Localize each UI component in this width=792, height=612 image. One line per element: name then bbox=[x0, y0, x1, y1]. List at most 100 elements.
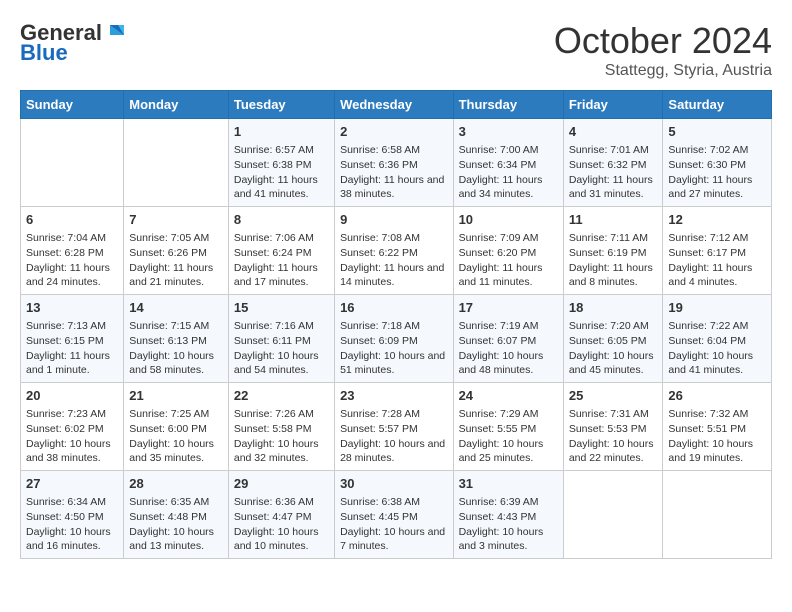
calendar-cell: 7 Sunrise: 7:05 AM Sunset: 6:26 PM Daylig… bbox=[124, 207, 229, 295]
day-info: Sunrise: 7:19 AM Sunset: 6:07 PM Dayligh… bbox=[459, 319, 558, 378]
calendar-cell: 13 Sunrise: 7:13 AM Sunset: 6:15 PM Dayli… bbox=[21, 295, 124, 383]
calendar-header: SundayMondayTuesdayWednesdayThursdayFrid… bbox=[21, 91, 772, 119]
day-info: Sunrise: 7:01 AM Sunset: 6:32 PM Dayligh… bbox=[569, 143, 658, 202]
day-number: 6 bbox=[26, 211, 118, 229]
calendar-cell bbox=[663, 471, 772, 559]
day-number: 17 bbox=[459, 299, 558, 317]
calendar-cell: 18 Sunrise: 7:20 AM Sunset: 6:05 PM Dayli… bbox=[563, 295, 663, 383]
day-number: 9 bbox=[340, 211, 447, 229]
day-info: Sunrise: 7:32 AM Sunset: 5:51 PM Dayligh… bbox=[668, 407, 766, 466]
calendar-cell bbox=[21, 119, 124, 207]
week-row-1: 1 Sunrise: 6:57 AM Sunset: 6:38 PM Daylig… bbox=[21, 119, 772, 207]
day-info: Sunrise: 7:18 AM Sunset: 6:09 PM Dayligh… bbox=[340, 319, 447, 378]
calendar-cell bbox=[563, 471, 663, 559]
calendar-cell: 8 Sunrise: 7:06 AM Sunset: 6:24 PM Daylig… bbox=[228, 207, 334, 295]
day-number: 10 bbox=[459, 211, 558, 229]
week-row-3: 13 Sunrise: 7:13 AM Sunset: 6:15 PM Dayli… bbox=[21, 295, 772, 383]
calendar-cell: 2Sunrise: 6:58 AM Sunset: 6:36 PM Daylig… bbox=[335, 119, 453, 207]
day-number: 25 bbox=[569, 387, 658, 405]
day-info: Sunrise: 7:16 AM Sunset: 6:11 PM Dayligh… bbox=[234, 319, 329, 378]
day-info: Sunrise: 7:20 AM Sunset: 6:05 PM Dayligh… bbox=[569, 319, 658, 378]
day-info: Sunrise: 7:12 AM Sunset: 6:17 PM Dayligh… bbox=[668, 231, 766, 290]
day-number: 29 bbox=[234, 475, 329, 493]
day-number: 16 bbox=[340, 299, 447, 317]
day-info: Sunrise: 7:31 AM Sunset: 5:53 PM Dayligh… bbox=[569, 407, 658, 466]
day-info: Sunrise: 7:29 AM Sunset: 5:55 PM Dayligh… bbox=[459, 407, 558, 466]
day-number: 3 bbox=[459, 123, 558, 141]
day-info: Sunrise: 7:11 AM Sunset: 6:19 PM Dayligh… bbox=[569, 231, 658, 290]
day-info: Sunrise: 7:05 AM Sunset: 6:26 PM Dayligh… bbox=[129, 231, 223, 290]
day-number: 7 bbox=[129, 211, 223, 229]
day-number: 1 bbox=[234, 123, 329, 141]
calendar-cell: 16 Sunrise: 7:18 AM Sunset: 6:09 PM Dayli… bbox=[335, 295, 453, 383]
week-row-5: 27Sunrise: 6:34 AM Sunset: 4:50 PM Dayli… bbox=[21, 471, 772, 559]
calendar-cell: 31 Sunrise: 6:39 AM Sunset: 4:43 PM Dayli… bbox=[453, 471, 563, 559]
calendar-cell: 12 Sunrise: 7:12 AM Sunset: 6:17 PM Dayli… bbox=[663, 207, 772, 295]
calendar-cell: 24 Sunrise: 7:29 AM Sunset: 5:55 PM Dayli… bbox=[453, 383, 563, 471]
day-info: Sunrise: 7:26 AM Sunset: 5:58 PM Dayligh… bbox=[234, 407, 329, 466]
day-number: 2 bbox=[340, 123, 447, 141]
page-header: General Blue October 2024 Stattegg, Styr… bbox=[20, 20, 772, 80]
calendar-cell: 28Sunrise: 6:35 AM Sunset: 4:48 PM Dayli… bbox=[124, 471, 229, 559]
calendar-cell: 30 Sunrise: 6:38 AM Sunset: 4:45 PM Dayli… bbox=[335, 471, 453, 559]
day-info: Sunrise: 7:00 AM Sunset: 6:34 PM Dayligh… bbox=[459, 143, 558, 202]
day-number: 30 bbox=[340, 475, 447, 493]
day-info: Sunrise: 7:15 AM Sunset: 6:13 PM Dayligh… bbox=[129, 319, 223, 378]
week-row-2: 6 Sunrise: 7:04 AM Sunset: 6:28 PM Daylig… bbox=[21, 207, 772, 295]
logo-blue-text: Blue bbox=[20, 40, 68, 66]
day-info: Sunrise: 7:23 AM Sunset: 6:02 PM Dayligh… bbox=[26, 407, 118, 466]
day-header-saturday: Saturday bbox=[663, 91, 772, 119]
day-info: Sunrise: 7:28 AM Sunset: 5:57 PM Dayligh… bbox=[340, 407, 447, 466]
day-info: Sunrise: 7:02 AM Sunset: 6:30 PM Dayligh… bbox=[668, 143, 766, 202]
day-number: 19 bbox=[668, 299, 766, 317]
day-number: 26 bbox=[668, 387, 766, 405]
day-number: 31 bbox=[459, 475, 558, 493]
day-header-monday: Monday bbox=[124, 91, 229, 119]
day-number: 28 bbox=[129, 475, 223, 493]
day-number: 24 bbox=[459, 387, 558, 405]
calendar-cell: 19 Sunrise: 7:22 AM Sunset: 6:04 PM Dayli… bbox=[663, 295, 772, 383]
day-info: Sunrise: 7:06 AM Sunset: 6:24 PM Dayligh… bbox=[234, 231, 329, 290]
calendar-body: 1 Sunrise: 6:57 AM Sunset: 6:38 PM Daylig… bbox=[21, 119, 772, 559]
day-info: Sunrise: 6:38 AM Sunset: 4:45 PM Dayligh… bbox=[340, 495, 447, 554]
day-header-wednesday: Wednesday bbox=[335, 91, 453, 119]
calendar-cell: 1 Sunrise: 6:57 AM Sunset: 6:38 PM Daylig… bbox=[228, 119, 334, 207]
calendar-cell: 5Sunrise: 7:02 AM Sunset: 6:30 PM Daylig… bbox=[663, 119, 772, 207]
day-header-sunday: Sunday bbox=[21, 91, 124, 119]
header-row: SundayMondayTuesdayWednesdayThursdayFrid… bbox=[21, 91, 772, 119]
day-number: 21 bbox=[129, 387, 223, 405]
day-info: Sunrise: 7:13 AM Sunset: 6:15 PM Dayligh… bbox=[26, 319, 118, 378]
day-header-friday: Friday bbox=[563, 91, 663, 119]
calendar-cell: 14 Sunrise: 7:15 AM Sunset: 6:13 PM Dayli… bbox=[124, 295, 229, 383]
week-row-4: 20Sunrise: 7:23 AM Sunset: 6:02 PM Dayli… bbox=[21, 383, 772, 471]
calendar-cell bbox=[124, 119, 229, 207]
logo-icon bbox=[104, 21, 126, 43]
day-info: Sunrise: 6:57 AM Sunset: 6:38 PM Dayligh… bbox=[234, 143, 329, 202]
day-number: 18 bbox=[569, 299, 658, 317]
day-info: Sunrise: 6:39 AM Sunset: 4:43 PM Dayligh… bbox=[459, 495, 558, 554]
day-number: 14 bbox=[129, 299, 223, 317]
day-info: Sunrise: 7:25 AM Sunset: 6:00 PM Dayligh… bbox=[129, 407, 223, 466]
calendar-cell: 6 Sunrise: 7:04 AM Sunset: 6:28 PM Daylig… bbox=[21, 207, 124, 295]
day-number: 8 bbox=[234, 211, 329, 229]
calendar-cell: 25 Sunrise: 7:31 AM Sunset: 5:53 PM Dayli… bbox=[563, 383, 663, 471]
day-number: 27 bbox=[26, 475, 118, 493]
day-number: 11 bbox=[569, 211, 658, 229]
calendar-cell: 11 Sunrise: 7:11 AM Sunset: 6:19 PM Dayli… bbox=[563, 207, 663, 295]
calendar-cell: 22Sunrise: 7:26 AM Sunset: 5:58 PM Dayli… bbox=[228, 383, 334, 471]
day-info: Sunrise: 7:08 AM Sunset: 6:22 PM Dayligh… bbox=[340, 231, 447, 290]
calendar-cell: 29 Sunrise: 6:36 AM Sunset: 4:47 PM Dayli… bbox=[228, 471, 334, 559]
day-number: 4 bbox=[569, 123, 658, 141]
day-number: 13 bbox=[26, 299, 118, 317]
calendar-cell: 17 Sunrise: 7:19 AM Sunset: 6:07 PM Dayli… bbox=[453, 295, 563, 383]
calendar-cell: 4 Sunrise: 7:01 AM Sunset: 6:32 PM Daylig… bbox=[563, 119, 663, 207]
calendar-cell: 27Sunrise: 6:34 AM Sunset: 4:50 PM Dayli… bbox=[21, 471, 124, 559]
day-info: Sunrise: 7:04 AM Sunset: 6:28 PM Dayligh… bbox=[26, 231, 118, 290]
day-info: Sunrise: 6:36 AM Sunset: 4:47 PM Dayligh… bbox=[234, 495, 329, 554]
day-number: 12 bbox=[668, 211, 766, 229]
day-number: 15 bbox=[234, 299, 329, 317]
day-info: Sunrise: 7:22 AM Sunset: 6:04 PM Dayligh… bbox=[668, 319, 766, 378]
calendar-cell: 10Sunrise: 7:09 AM Sunset: 6:20 PM Dayli… bbox=[453, 207, 563, 295]
day-number: 23 bbox=[340, 387, 447, 405]
day-header-tuesday: Tuesday bbox=[228, 91, 334, 119]
